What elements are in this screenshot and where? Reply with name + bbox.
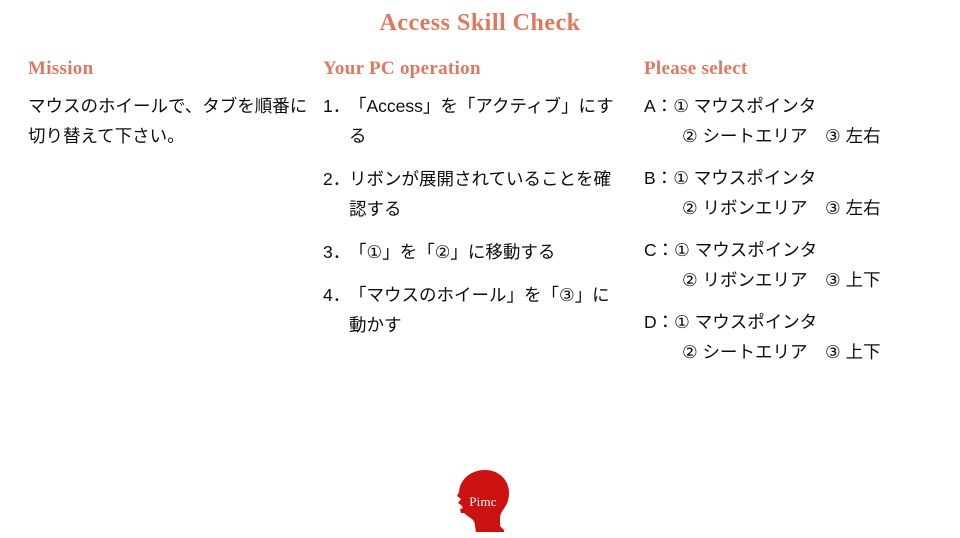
column-select: Please select A： ① マウスポインタ ② シートエリア ③ 左右… bbox=[638, 58, 960, 368]
operation-step: 3． 「①」を「②」に移動する bbox=[323, 237, 638, 267]
operation-step-number: 4． bbox=[323, 285, 351, 306]
answer-option-b[interactable]: B： ① マウスポインタ ② リボンエリア ③ 左右 bbox=[644, 163, 960, 223]
answer-option-key: C： bbox=[644, 240, 675, 261]
operation-step-number: 1． bbox=[323, 95, 351, 116]
select-heading: Please select bbox=[644, 58, 748, 79]
answer-option-line1: ① マウスポインタ bbox=[673, 167, 817, 188]
answer-option-line1: ① マウスポインタ bbox=[673, 95, 817, 116]
operation-step-text: 「①」を「②」に移動する bbox=[349, 242, 556, 263]
answer-option-d[interactable]: D： ① マウスポインタ ② シートエリア ③ 上下 bbox=[644, 307, 960, 367]
answer-option-key: A： bbox=[644, 95, 674, 116]
operation-step: 1． 「Access」を「アクティブ」にする bbox=[323, 91, 638, 151]
answer-option-line2: ② シートエリア ③ 左右 bbox=[682, 125, 881, 146]
answer-option-key: D： bbox=[644, 312, 675, 333]
columns-container: Mission マウスのホイールで、タブを順番に切り替えて下さい。 Your P… bbox=[0, 58, 960, 368]
answer-option-key: B： bbox=[644, 167, 674, 188]
operation-step-text: 「マウスのホイール」を「③」に動かす bbox=[349, 285, 610, 336]
pimc-logo: Pimc bbox=[452, 468, 514, 534]
head-profile-icon bbox=[457, 470, 509, 532]
answer-option-a[interactable]: A： ① マウスポインタ ② シートエリア ③ 左右 bbox=[644, 91, 960, 151]
answer-option-line2: ② シートエリア ③ 上下 bbox=[682, 342, 881, 363]
column-mission: Mission マウスのホイールで、タブを順番に切り替えて下さい。 bbox=[0, 58, 318, 151]
operation-step-text: リボンが展開されていることを確認する bbox=[349, 168, 611, 220]
mission-heading: Mission bbox=[28, 58, 94, 79]
answer-option-line2: ② リボンエリア ③ 上下 bbox=[682, 270, 881, 291]
answer-option-c[interactable]: C： ① マウスポインタ ② リボンエリア ③ 上下 bbox=[644, 235, 960, 295]
page-title: Access Skill Check bbox=[379, 10, 581, 36]
column-operation: Your PC operation 1． 「Access」を「アクティブ」にする… bbox=[318, 58, 638, 340]
mission-body-text: マウスのホイールで、タブを順番に切り替えて下さい。 bbox=[28, 95, 308, 146]
operation-step-list: 1． 「Access」を「アクティブ」にする 2． リボンが展開されていることを… bbox=[323, 91, 638, 341]
operation-heading: Your PC operation bbox=[323, 58, 481, 79]
operation-step-text: 「Access」を「アクティブ」にする bbox=[349, 95, 614, 146]
operation-step-number: 3． bbox=[323, 242, 351, 263]
operation-step-number: 2． bbox=[323, 168, 351, 189]
operation-step: 2． リボンが展開されていることを確認する bbox=[323, 164, 638, 224]
answer-option-list: A： ① マウスポインタ ② シートエリア ③ 左右 B： ① マウスポインタ … bbox=[644, 91, 960, 368]
answer-option-line2: ② リボンエリア ③ 左右 bbox=[682, 198, 881, 219]
operation-step: 4． 「マウスのホイール」を「③」に動かす bbox=[323, 280, 638, 340]
slide-canvas: Access Skill Check Mission マウスのホイールで、タブを… bbox=[0, 0, 960, 538]
answer-option-line1: ① マウスポインタ bbox=[674, 312, 818, 333]
answer-option-line1: ① マウスポインタ bbox=[674, 240, 818, 261]
